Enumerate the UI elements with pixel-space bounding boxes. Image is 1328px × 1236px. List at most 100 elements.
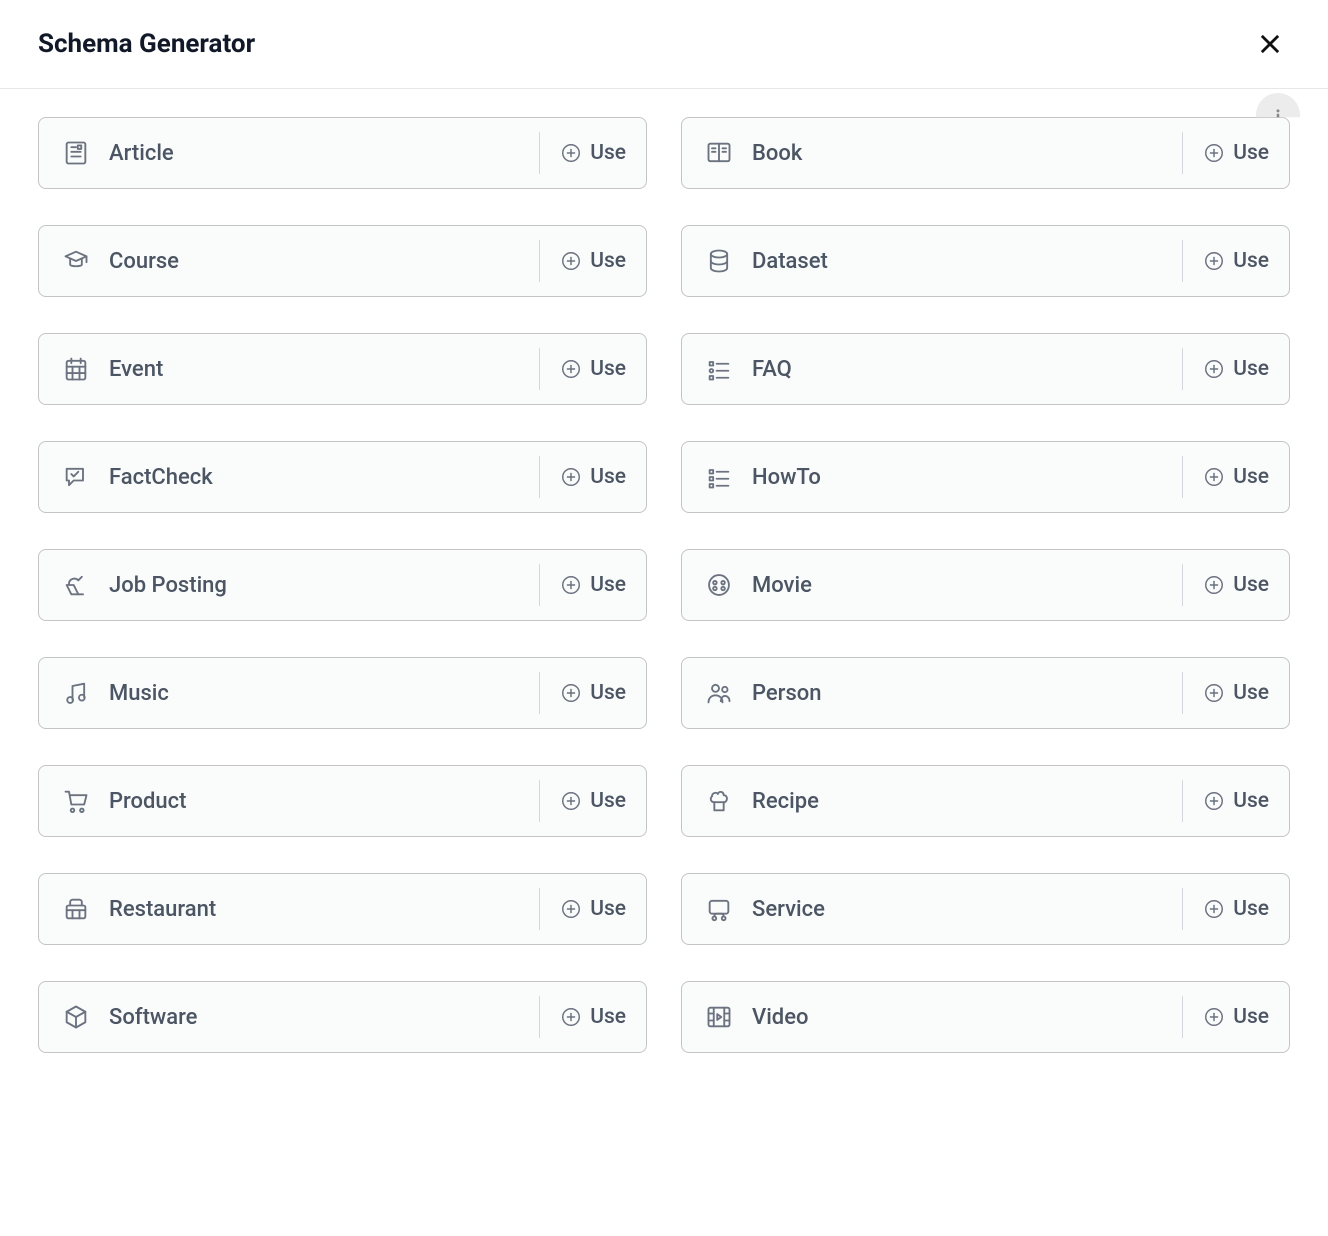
howto-icon <box>704 462 734 492</box>
use-button-event[interactable]: Use <box>539 348 646 390</box>
plus-circle-icon <box>560 142 582 164</box>
schema-card-recipe: Recipe Use <box>681 765 1290 837</box>
use-label: Use <box>590 465 626 489</box>
schema-label: FactCheck <box>109 465 213 490</box>
use-button-factcheck[interactable]: Use <box>539 456 646 498</box>
use-button-movie[interactable]: Use <box>1182 564 1289 606</box>
dataset-icon <box>704 246 734 276</box>
use-button-faq[interactable]: Use <box>1182 348 1289 390</box>
plus-circle-icon <box>560 898 582 920</box>
schema-card-dataset: Dataset Use <box>681 225 1290 297</box>
schema-label: Restaurant <box>109 897 216 922</box>
use-label: Use <box>1233 573 1269 597</box>
plus-circle-icon <box>1203 574 1225 596</box>
schema-select-howto[interactable]: HowTo <box>682 442 1182 512</box>
schema-card-faq: FAQ Use <box>681 333 1290 405</box>
schema-label: Book <box>752 141 802 166</box>
schema-select-music[interactable]: Music <box>39 658 539 728</box>
use-button-recipe[interactable]: Use <box>1182 780 1289 822</box>
use-label: Use <box>1233 249 1269 273</box>
schema-select-product[interactable]: Product <box>39 766 539 836</box>
use-label: Use <box>1233 357 1269 381</box>
use-button-music[interactable]: Use <box>539 672 646 714</box>
restaurant-icon <box>61 894 91 924</box>
use-button-article[interactable]: Use <box>539 132 646 174</box>
schema-select-recipe[interactable]: Recipe <box>682 766 1182 836</box>
close-button[interactable] <box>1250 24 1290 64</box>
schema-label: Movie <box>752 573 812 598</box>
use-button-howto[interactable]: Use <box>1182 456 1289 498</box>
use-label: Use <box>590 249 626 273</box>
use-button-software[interactable]: Use <box>539 996 646 1038</box>
schema-card-music: Music Use <box>38 657 647 729</box>
schema-label: Service <box>752 897 825 922</box>
page-title: Schema Generator <box>38 29 255 59</box>
schema-label: Dataset <box>752 249 828 274</box>
close-icon <box>1256 30 1284 58</box>
use-label: Use <box>590 573 626 597</box>
use-button-person[interactable]: Use <box>1182 672 1289 714</box>
use-button-product[interactable]: Use <box>539 780 646 822</box>
plus-circle-icon <box>1203 790 1225 812</box>
schema-label: Software <box>109 1005 197 1030</box>
book-icon <box>704 138 734 168</box>
article-icon <box>61 138 91 168</box>
schema-select-course[interactable]: Course <box>39 226 539 296</box>
use-label: Use <box>590 1005 626 1029</box>
schema-select-article[interactable]: Article <box>39 118 539 188</box>
plus-circle-icon <box>1203 466 1225 488</box>
schema-select-faq[interactable]: FAQ <box>682 334 1182 404</box>
schema-select-event[interactable]: Event <box>39 334 539 404</box>
schema-select-service[interactable]: Service <box>682 874 1182 944</box>
schema-card-restaurant: Restaurant Use <box>38 873 647 945</box>
schema-card-event: Event Use <box>38 333 647 405</box>
use-button-service[interactable]: Use <box>1182 888 1289 930</box>
plus-circle-icon <box>560 250 582 272</box>
schema-select-person[interactable]: Person <box>682 658 1182 728</box>
schema-label: Article <box>109 141 174 166</box>
schema-card-person: Person Use <box>681 657 1290 729</box>
schema-card-service: Service Use <box>681 873 1290 945</box>
use-button-restaurant[interactable]: Use <box>539 888 646 930</box>
plus-circle-icon <box>560 790 582 812</box>
plus-circle-icon <box>1203 250 1225 272</box>
use-button-video[interactable]: Use <box>1182 996 1289 1038</box>
schema-label: Job Posting <box>109 573 227 598</box>
use-button-dataset[interactable]: Use <box>1182 240 1289 282</box>
schema-select-job-posting[interactable]: Job Posting <box>39 550 539 620</box>
plus-circle-icon <box>1203 358 1225 380</box>
schema-select-video[interactable]: Video <box>682 982 1182 1052</box>
schema-grid: Article Use Book Use Course Use <box>38 117 1290 1053</box>
schema-select-factcheck[interactable]: FactCheck <box>39 442 539 512</box>
schema-select-restaurant[interactable]: Restaurant <box>39 874 539 944</box>
plus-circle-icon <box>560 682 582 704</box>
plus-circle-icon <box>560 574 582 596</box>
schema-label: Event <box>109 357 163 382</box>
schema-card-job-posting: Job Posting Use <box>38 549 647 621</box>
schema-label: Person <box>752 681 822 706</box>
schema-select-movie[interactable]: Movie <box>682 550 1182 620</box>
use-label: Use <box>590 357 626 381</box>
schema-card-movie: Movie Use <box>681 549 1290 621</box>
plus-circle-icon <box>560 466 582 488</box>
movie-icon <box>704 570 734 600</box>
course-icon <box>61 246 91 276</box>
header: Schema Generator <box>0 0 1328 89</box>
use-button-book[interactable]: Use <box>1182 132 1289 174</box>
use-label: Use <box>590 789 626 813</box>
schema-select-software[interactable]: Software <box>39 982 539 1052</box>
schema-select-dataset[interactable]: Dataset <box>682 226 1182 296</box>
schema-select-book[interactable]: Book <box>682 118 1182 188</box>
schema-card-howto: HowTo Use <box>681 441 1290 513</box>
software-icon <box>61 1002 91 1032</box>
schema-label: Music <box>109 681 169 706</box>
factcheck-icon <box>61 462 91 492</box>
schema-card-factcheck: FactCheck Use <box>38 441 647 513</box>
use-button-job-posting[interactable]: Use <box>539 564 646 606</box>
video-icon <box>704 1002 734 1032</box>
use-button-course[interactable]: Use <box>539 240 646 282</box>
use-label: Use <box>1233 141 1269 165</box>
plus-circle-icon <box>1203 898 1225 920</box>
plus-circle-icon <box>560 358 582 380</box>
use-label: Use <box>1233 681 1269 705</box>
